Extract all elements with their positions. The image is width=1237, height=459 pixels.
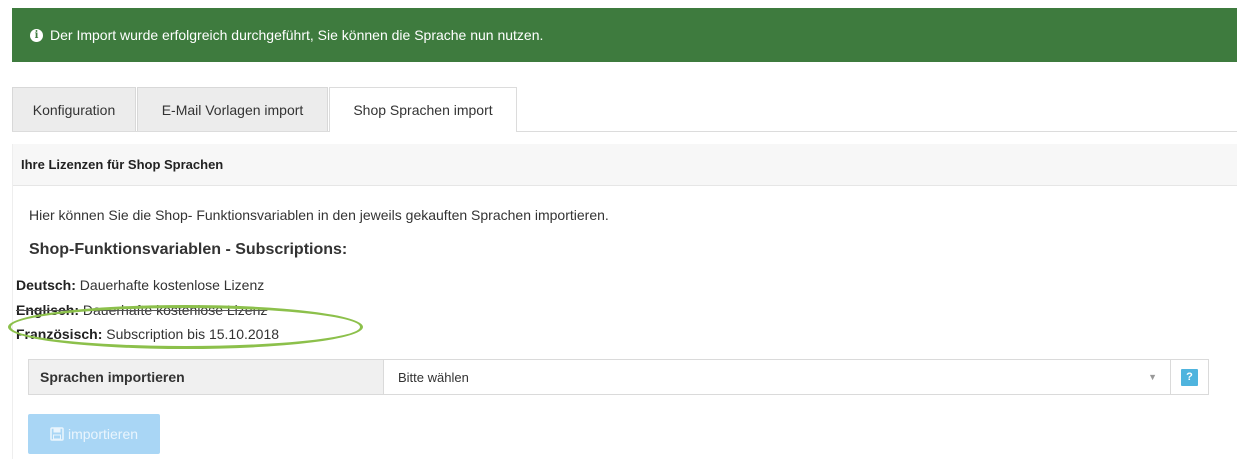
import-language-row: Sprachen importieren Bitte wählen ▼ ? [28,359,1209,395]
tab-label: Shop Sprachen import [353,102,493,118]
tab-label: Konfiguration [32,101,116,118]
license-deutsch: Deutsch: Dauerhafte kostenlose Lizenz [16,277,264,293]
alert-message: Der Import wurde erfolgreich durchgeführ… [50,27,544,43]
import-button-label: importieren [67,426,139,442]
save-icon [50,427,64,441]
panel-title: Ihre Lizenzen für Shop Sprachen [13,144,1237,186]
tab-label: E-Mail Vorlagen import [161,101,304,118]
import-language-label: Sprachen importieren [29,360,384,394]
license-status: Dauerhafte kostenlose Lizenz [79,277,265,293]
success-alert: i Der Import wurde erfolgreich durchgefü… [12,8,1237,62]
license-lang: Deutsch: [16,277,76,293]
tab-bar: Konfiguration E-Mail Vorlagen import Sho… [12,87,1237,132]
import-button[interactable]: importieren [28,414,160,454]
tab-email-vorlagen-import[interactable]: E-Mail Vorlagen import [137,87,328,131]
help-button[interactable]: ? [1181,368,1198,386]
help-cell: ? [1171,360,1208,394]
chevron-down-icon: ▼ [1148,372,1157,382]
subscriptions-heading: Shop-Funktionsvariablen - Subscriptions: [29,241,348,258]
highlight-ellipse [8,305,363,349]
panel-description: Hier können Sie die Shop- Funktionsvaria… [29,207,609,223]
tab-shop-sprachen-import[interactable]: Shop Sprachen import [329,87,517,132]
tab-konfiguration[interactable]: Konfiguration [12,87,136,131]
language-select[interactable]: Bitte wählen ▼ [384,360,1171,394]
info-icon: i [30,28,43,42]
select-value: Bitte wählen [398,369,469,385]
